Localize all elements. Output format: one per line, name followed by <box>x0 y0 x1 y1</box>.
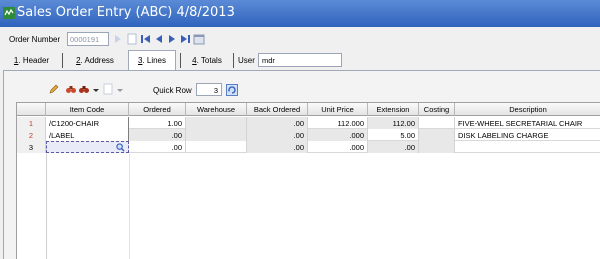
warehouse-cell[interactable] <box>186 141 247 153</box>
previous-record-icon[interactable] <box>153 33 165 45</box>
column-header-costing[interactable]: Costing <box>419 103 455 116</box>
order-number-label: Order Number <box>9 35 61 44</box>
column-header-rownum <box>17 103 46 116</box>
warehouse-cell[interactable] <box>186 129 247 141</box>
warehouse-cell[interactable] <box>186 117 247 129</box>
grid-column-divider <box>129 154 130 259</box>
description-cell[interactable]: DISK LABELING CHARGE <box>455 129 600 141</box>
grid-column-divider <box>46 154 47 259</box>
item-code-cell[interactable]: /LABEL <box>46 129 129 141</box>
refresh-icon[interactable] <box>226 84 238 96</box>
row-number: 1 <box>17 117 46 129</box>
extension-cell[interactable]: .00 <box>368 141 419 153</box>
lines-toolbar: Quick Row 3 <box>48 81 308 97</box>
back-ordered-cell[interactable]: .00 <box>247 117 308 129</box>
pencil-icon[interactable] <box>48 83 60 95</box>
grid-header: Item Code Ordered Warehouse Back Ordered… <box>17 103 600 116</box>
tab-separator <box>180 53 181 68</box>
ordered-cell[interactable]: 1.00 <box>129 117 186 129</box>
item-code-input[interactable] <box>46 141 129 153</box>
blank-document-icon[interactable] <box>102 83 114 95</box>
lines-panel: Quick Row 3 Item Code Ordered Warehouse … <box>3 70 600 259</box>
description-cell[interactable]: FIVE-WHEEL SECRETARIAL CHAIR <box>455 117 600 129</box>
column-header-back-ordered[interactable]: Back Ordered <box>247 103 308 116</box>
costing-cell[interactable] <box>419 117 455 129</box>
last-record-icon[interactable] <box>179 33 191 45</box>
back-ordered-cell[interactable]: .00 <box>247 129 308 141</box>
new-document-icon[interactable] <box>126 33 138 45</box>
costing-cell[interactable] <box>419 141 455 153</box>
ordered-cell[interactable]: .00 <box>129 129 186 141</box>
chevron-down-icon[interactable] <box>114 84 126 96</box>
search-icon[interactable] <box>116 143 125 152</box>
tab-lines[interactable]: 3. Lines <box>128 50 176 71</box>
window-title: Sales Order Entry (ABC) 4/8/2013 <box>17 5 235 20</box>
ordered-cell[interactable]: .00 <box>129 141 186 153</box>
lookup-icon[interactable] <box>112 33 124 45</box>
quick-row-input[interactable]: 3 <box>196 83 222 96</box>
order-number-input[interactable]: 0000191 <box>67 32 109 46</box>
back-ordered-cell[interactable]: .00 <box>247 141 308 153</box>
table-row[interactable]: 3 .00 .00 .000 .00 <box>17 141 600 153</box>
tab-separator <box>62 53 63 68</box>
column-header-warehouse[interactable]: Warehouse <box>186 103 247 116</box>
binoculars-icon[interactable] <box>65 83 77 95</box>
order-number-row: Order Number 0000191 <box>0 32 600 48</box>
column-header-extension[interactable]: Extension <box>368 103 419 116</box>
description-cell[interactable] <box>455 141 600 153</box>
unit-price-cell[interactable]: 112.000 <box>308 117 368 129</box>
extension-cell[interactable]: 5.00 <box>368 129 419 141</box>
next-record-icon[interactable] <box>166 33 178 45</box>
binoculars-icon[interactable] <box>78 83 90 95</box>
chevron-down-icon[interactable] <box>90 84 102 96</box>
item-code-cell[interactable]: /C1200-CHAIR <box>46 117 129 129</box>
lines-grid[interactable]: Item Code Ordered Warehouse Back Ordered… <box>16 102 600 259</box>
quick-row-label: Quick Row <box>153 86 192 95</box>
tab-header[interactable]: 1. Header <box>4 51 59 70</box>
row-number: 2 <box>17 129 46 141</box>
app-icon <box>3 7 15 19</box>
costing-cell[interactable] <box>419 129 455 141</box>
column-header-description[interactable]: Description <box>455 103 600 116</box>
tab-separator <box>233 53 234 68</box>
user-label: User <box>238 56 255 65</box>
row-number: 3 <box>17 141 46 153</box>
column-header-unit-price[interactable]: Unit Price <box>308 103 368 116</box>
table-row[interactable]: 2 /LABEL .00 .00 .000 5.00 DISK LABELING… <box>17 129 600 141</box>
calendar-icon[interactable] <box>193 33 205 45</box>
column-header-ordered[interactable]: Ordered <box>129 103 186 116</box>
tab-totals[interactable]: 4. Totals <box>184 51 230 70</box>
table-row[interactable]: 1 /C1200-CHAIR 1.00 .00 112.000 112.00 F… <box>17 117 600 129</box>
column-header-item-code[interactable]: Item Code <box>46 103 129 116</box>
unit-price-cell[interactable]: .000 <box>308 129 368 141</box>
tab-strip: 1. Header 2. Address 3. Lines 4. Totals … <box>0 50 600 71</box>
tab-address[interactable]: 2. Address <box>66 51 124 70</box>
unit-price-cell[interactable]: .000 <box>308 141 368 153</box>
extension-cell[interactable]: 112.00 <box>368 117 419 129</box>
first-record-icon[interactable] <box>140 33 152 45</box>
title-bar[interactable]: Sales Order Entry (ABC) 4/8/2013 <box>0 0 600 27</box>
user-field[interactable]: mdr <box>258 53 342 67</box>
